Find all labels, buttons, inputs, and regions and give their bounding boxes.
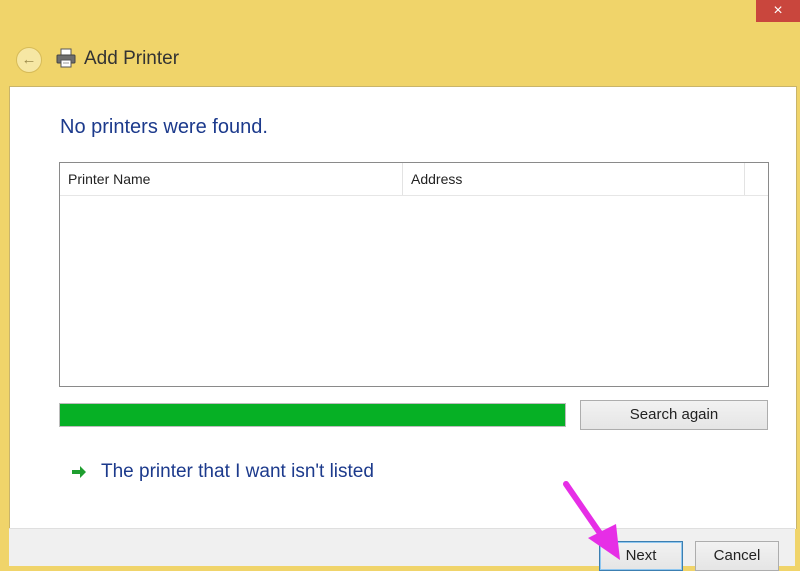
printer-list[interactable]: Printer Name Address bbox=[59, 162, 769, 387]
pointer-arrow-annotation bbox=[563, 481, 620, 560]
printer-icon bbox=[56, 48, 76, 68]
progress-fill bbox=[60, 404, 565, 426]
search-progress-bar bbox=[59, 403, 566, 427]
list-header: Printer Name Address bbox=[60, 163, 768, 196]
button-bar: Next Cancel bbox=[9, 528, 795, 571]
column-header-address[interactable]: Address bbox=[403, 163, 745, 195]
cancel-button[interactable]: Cancel bbox=[695, 541, 779, 571]
green-arrow-icon bbox=[72, 466, 86, 478]
column-header-empty bbox=[745, 163, 768, 195]
column-header-printer-name[interactable]: Printer Name bbox=[60, 163, 403, 195]
back-arrow-icon[interactable]: ← bbox=[16, 47, 42, 73]
wizard-content: No printers were found. Printer Name Add… bbox=[9, 86, 797, 529]
search-again-button[interactable]: Search again bbox=[580, 400, 768, 430]
not-listed-link-text[interactable]: The printer that I want isn't listed bbox=[101, 459, 374, 485]
page-heading: No printers were found. bbox=[60, 116, 268, 138]
window-title: Add Printer bbox=[84, 48, 180, 69]
close-button[interactable]: × bbox=[756, 0, 800, 22]
title-bar: × ← Add Printer bbox=[0, 0, 800, 86]
